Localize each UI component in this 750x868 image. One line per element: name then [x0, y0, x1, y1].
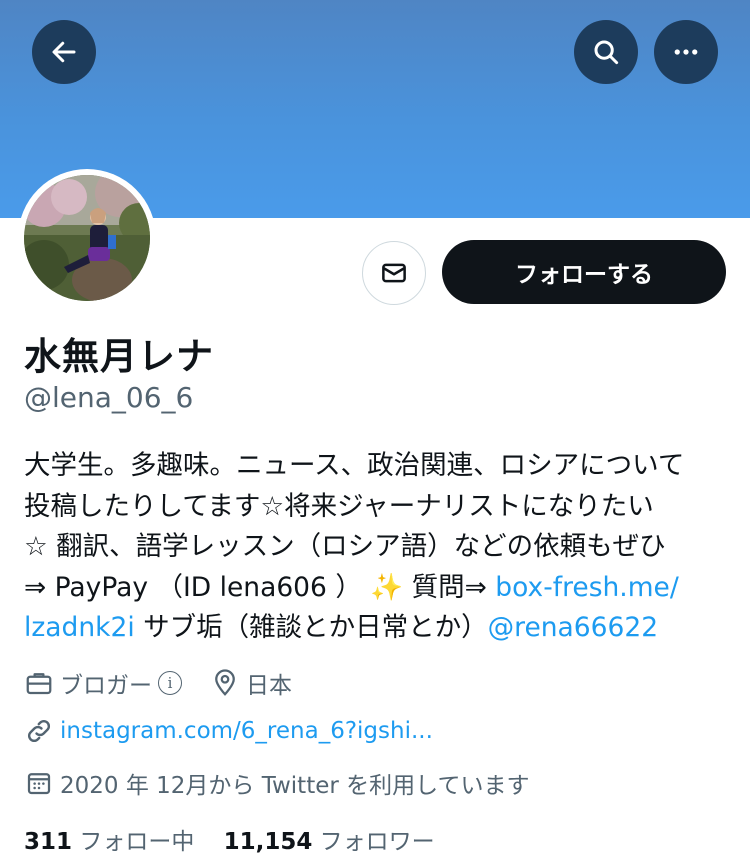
following-count: 311: [24, 829, 73, 855]
location-item: 日本: [210, 666, 292, 700]
link-icon: [27, 719, 51, 743]
display-name: 水無月レナ: [24, 335, 214, 378]
bio-line: ☆ 翻訳、語学レッスン（ロシア語）などの依頼もぜひ: [24, 531, 666, 562]
follow-stats: 311 フォロー中 11,154 フォロワー: [24, 822, 435, 856]
profile-bio: 大学生。多趣味。ニュース、政治関連、ロシアについて 投稿したりしてます☆将来ジャ…: [24, 446, 734, 649]
category-item[interactable]: ブロガー i: [24, 666, 182, 700]
followers-label: フォロワー: [319, 829, 435, 855]
following-label: フォロー中: [79, 829, 195, 855]
mail-icon: [382, 263, 406, 283]
info-icon[interactable]: i: [158, 671, 182, 695]
following-link[interactable]: 311 フォロー中: [24, 829, 194, 855]
profile-meta-row: ブロガー i 日本: [24, 666, 320, 700]
back-button[interactable]: [32, 20, 96, 84]
search-icon: [594, 40, 619, 65]
bio-link[interactable]: box-fresh.me/: [495, 572, 678, 603]
location-pin-icon: [215, 669, 235, 696]
avatar[interactable]: [18, 169, 156, 307]
briefcase-icon: [26, 673, 52, 695]
bio-line: 大学生。多趣味。ニュース、政治関連、ロシアについて: [24, 450, 685, 481]
bio-text: ⇒ PayPay （ID lena606 ） ✨ 質問⇒: [24, 571, 496, 603]
search-button[interactable]: [574, 20, 638, 84]
category-label: ブロガー: [60, 673, 152, 699]
joined-date: 2020 年 12月から Twitter を利用しています: [60, 773, 530, 799]
bio-line: 投稿したりしてます☆将来ジャーナリストになりたい: [24, 490, 654, 522]
avatar-photo: [24, 175, 150, 301]
more-horizontal-icon: [674, 49, 698, 55]
bio-link-continued[interactable]: lzadnk2i: [24, 612, 135, 643]
user-handle: @lena_06_6: [24, 381, 194, 414]
bio-text: サブ垢（雑談とか日常とか）: [134, 612, 488, 643]
joined-row: 2020 年 12月から Twitter を利用しています: [24, 766, 529, 800]
follow-button[interactable]: フォローする: [442, 240, 726, 304]
followers-link[interactable]: 11,154 フォロワー: [224, 829, 435, 855]
message-button[interactable]: [362, 241, 426, 305]
website-link[interactable]: instagram.com/6_rena_6?igshi...: [60, 718, 433, 744]
website-row[interactable]: instagram.com/6_rena_6?igshi...: [24, 716, 433, 746]
bio-line: lzadnk2i サブ垢（雑談とか日常とか）@rena66622: [24, 608, 734, 649]
bio-mention[interactable]: @rena66622: [488, 612, 658, 643]
bio-line: ⇒ PayPay （ID lena606 ） ✨ 質問⇒ box-fresh.m…: [24, 568, 734, 609]
calendar-icon: [27, 773, 51, 795]
location-label: 日本: [246, 673, 292, 699]
arrow-left-icon: [52, 41, 76, 63]
followers-count: 11,154: [223, 829, 313, 855]
more-button[interactable]: [654, 20, 718, 84]
